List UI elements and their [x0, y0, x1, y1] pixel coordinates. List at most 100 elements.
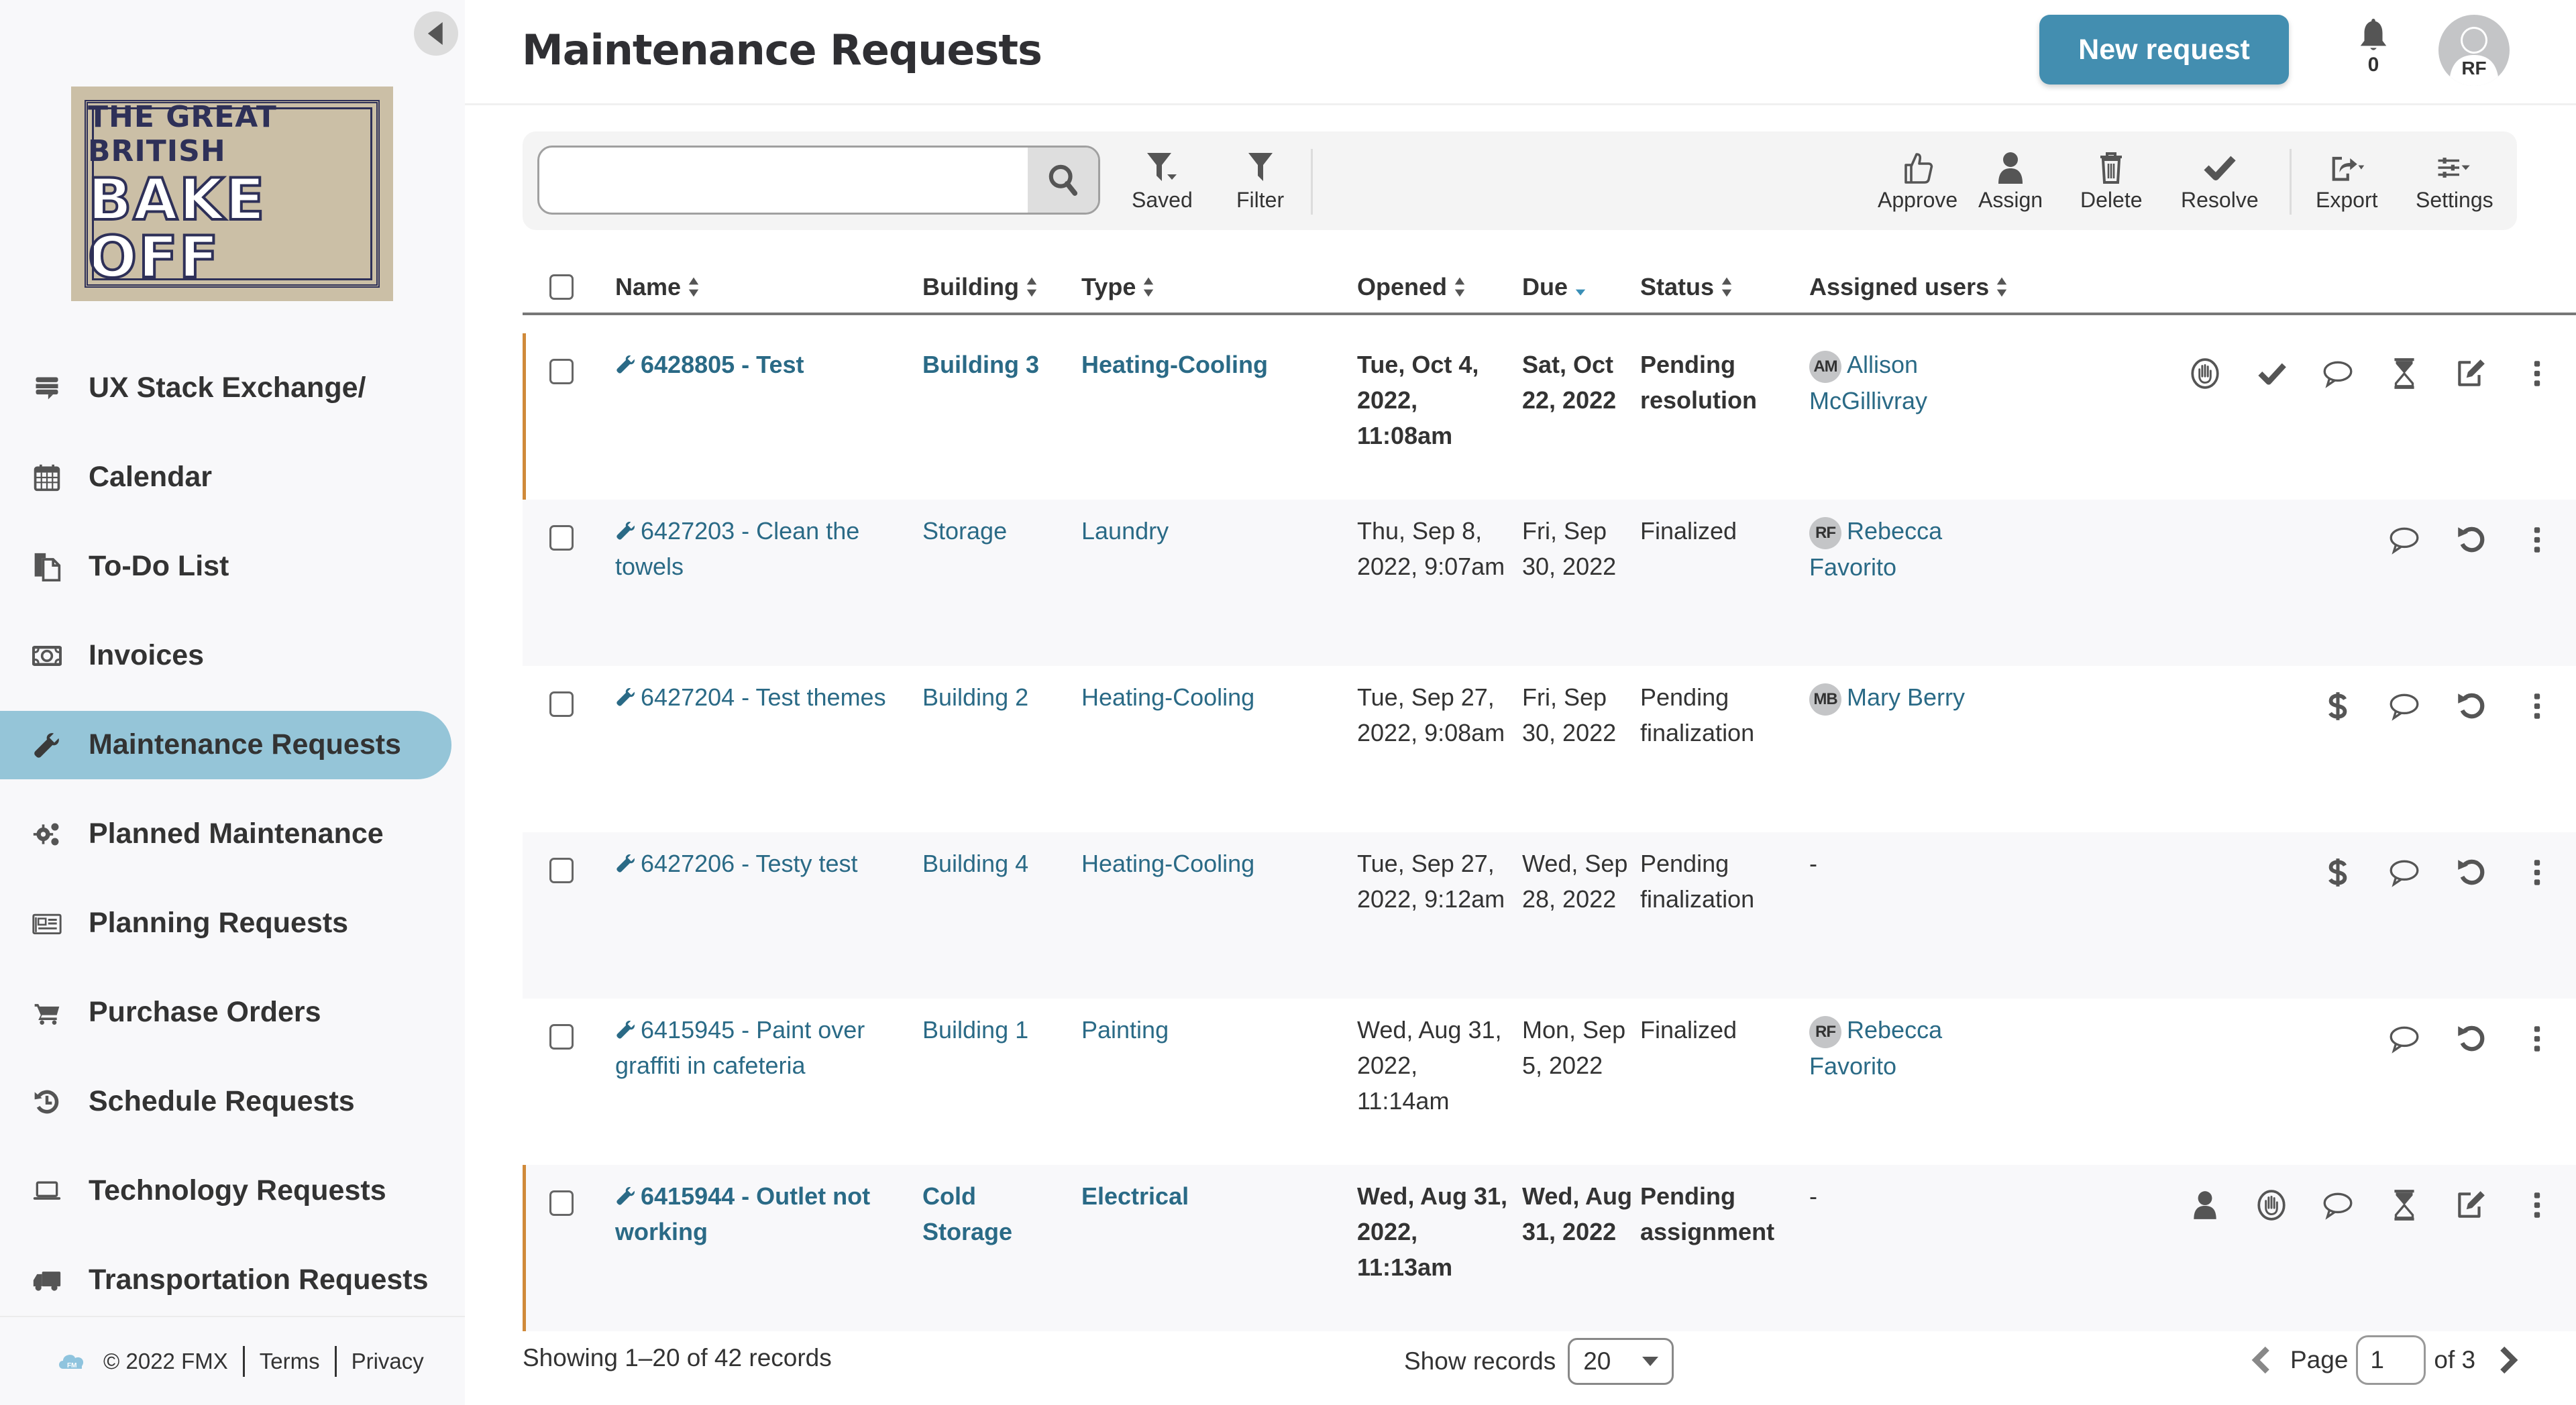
notifications-button[interactable]: 0: [2355, 17, 2392, 75]
hourglass-action-button[interactable]: [2384, 353, 2424, 394]
row-checkbox[interactable]: [549, 525, 574, 551]
row-checkbox[interactable]: [549, 1024, 574, 1050]
row-checkbox[interactable]: [549, 1190, 574, 1216]
building-link[interactable]: Building 2: [922, 679, 1070, 715]
sidebar-item-invoices[interactable]: Invoices: [0, 611, 465, 700]
comment-action-button[interactable]: [2318, 1185, 2358, 1225]
comment-action-button[interactable]: [2318, 353, 2358, 394]
undo-action-button[interactable]: [2451, 852, 2491, 893]
more-action-button[interactable]: [2517, 1019, 2557, 1059]
dollar-action-button[interactable]: [2318, 852, 2358, 893]
more-action-button[interactable]: [2517, 686, 2557, 726]
type-link[interactable]: Painting: [1081, 1012, 1336, 1048]
assign-button[interactable]: Assign: [1978, 150, 2043, 213]
search-button[interactable]: [1028, 148, 1098, 213]
more-action-button[interactable]: [2517, 1185, 2557, 1225]
column-header-building[interactable]: Building: [922, 262, 1038, 313]
hourglass-action-button[interactable]: [2384, 1185, 2424, 1225]
page-label: Page: [2290, 1346, 2349, 1373]
building-link[interactable]: Storage: [922, 513, 1070, 549]
check-action-button[interactable]: [2251, 353, 2292, 394]
row-checkbox[interactable]: [549, 691, 574, 717]
more-action-button[interactable]: [2517, 353, 2557, 394]
hold-action-button[interactable]: [2251, 1185, 2292, 1225]
user-initials: RF: [2461, 58, 2487, 78]
column-header-due[interactable]: Due: [1522, 262, 1587, 313]
type-link[interactable]: Electrical: [1081, 1178, 1336, 1214]
hold-action-button[interactable]: [2185, 353, 2225, 394]
request-name-link[interactable]: 6427203 - Clean the towels: [615, 513, 897, 584]
comment-icon: [2323, 361, 2353, 388]
request-name-link[interactable]: 6428805 - Test: [615, 347, 897, 382]
building-link[interactable]: Building 4: [922, 846, 1070, 881]
export-label: Export: [2316, 188, 2378, 212]
row-checkbox[interactable]: [549, 858, 574, 883]
status-text: Finalized: [1640, 1016, 1737, 1044]
terms-link[interactable]: Terms: [260, 1349, 320, 1374]
previous-page-button[interactable]: [2247, 1343, 2274, 1377]
type-link[interactable]: Heating-Cooling: [1081, 347, 1336, 382]
request-name-link[interactable]: 6415944 - Outlet not working: [615, 1178, 897, 1249]
settings-button[interactable]: Settings: [2416, 150, 2493, 213]
page-size-select[interactable]: 20: [1568, 1338, 1674, 1385]
resolve-button[interactable]: Resolve: [2181, 150, 2259, 213]
type-link[interactable]: Laundry: [1081, 513, 1336, 549]
sidebar-item-ux-stack-exchange[interactable]: UX Stack Exchange/: [0, 343, 465, 433]
edit-action-button[interactable]: [2451, 353, 2491, 394]
sort-icon: [1144, 277, 1154, 297]
building-link[interactable]: Building 3: [922, 347, 1070, 382]
sidebar-nav: UX Stack Exchange/ Calendar To-Do List I…: [0, 343, 465, 1325]
saved-button[interactable]: Saved: [1132, 150, 1193, 213]
sidebar-item-planning-requests[interactable]: Planning Requests: [0, 879, 465, 968]
column-header-opened[interactable]: Opened: [1357, 262, 1466, 313]
sidebar-item-maintenance-requests[interactable]: Maintenance Requests: [0, 700, 465, 789]
undo-action-button[interactable]: [2451, 520, 2491, 560]
type-link[interactable]: Heating-Cooling: [1081, 846, 1336, 881]
row-checkbox[interactable]: [549, 359, 574, 384]
export-button[interactable]: Export: [2316, 150, 2377, 213]
sidebar-item-technology-requests[interactable]: Technology Requests: [0, 1146, 465, 1235]
filter-button[interactable]: Filter: [1236, 150, 1284, 213]
delete-button[interactable]: Delete: [2080, 150, 2143, 213]
next-page-button[interactable]: [2496, 1343, 2522, 1377]
undo-action-button[interactable]: [2451, 686, 2491, 726]
delete-label: Delete: [2080, 188, 2143, 212]
user-avatar[interactable]: RF: [2438, 15, 2510, 86]
column-header-name[interactable]: Name: [615, 262, 700, 313]
sidebar-item-schedule-requests[interactable]: Schedule Requests: [0, 1057, 465, 1146]
undo-action-button[interactable]: [2451, 1019, 2491, 1059]
column-header-type[interactable]: Type: [1081, 262, 1155, 313]
sidebar-item-to-do-list[interactable]: To-Do List: [0, 522, 465, 611]
assigned-user-name: -: [1809, 1182, 1817, 1210]
user-action-button[interactable]: [2185, 1185, 2225, 1225]
collapse-sidebar-button[interactable]: [414, 11, 458, 56]
column-header-status[interactable]: Status: [1640, 262, 1733, 313]
new-request-button[interactable]: New request: [2039, 15, 2289, 85]
comment-action-button[interactable]: [2384, 852, 2424, 893]
sidebar-item-planned-maintenance[interactable]: Planned Maintenance: [0, 789, 465, 879]
request-name-link[interactable]: 6427204 - Test themes: [615, 679, 897, 715]
edit-action-button[interactable]: [2451, 1185, 2491, 1225]
privacy-link[interactable]: Privacy: [352, 1349, 424, 1374]
building-link[interactable]: Cold Storage: [922, 1178, 1070, 1249]
search-input[interactable]: [539, 148, 1029, 213]
request-name-link[interactable]: 6415945 - Paint over graffiti in cafeter…: [615, 1012, 897, 1083]
dollar-action-button[interactable]: [2318, 686, 2358, 726]
comment-action-button[interactable]: [2384, 520, 2424, 560]
company-logo[interactable]: THE GREAT BRITISH BAKE OFF: [71, 87, 393, 301]
request-name-link[interactable]: 6427206 - Testy test: [615, 846, 897, 881]
building-link[interactable]: Building 1: [922, 1012, 1070, 1048]
column-header-assigned-users[interactable]: Assigned users: [1809, 262, 2008, 313]
select-all-checkbox[interactable]: [549, 274, 574, 300]
type-link[interactable]: Heating-Cooling: [1081, 679, 1336, 715]
assigned-user-name[interactable]: Mary Berry: [1847, 683, 1965, 711]
sidebar-item-purchase-orders[interactable]: Purchase Orders: [0, 968, 465, 1057]
more-action-button[interactable]: [2517, 520, 2557, 560]
more-action-button[interactable]: [2517, 852, 2557, 893]
comment-action-button[interactable]: [2384, 1019, 2424, 1059]
approve-button[interactable]: Approve: [1878, 150, 1957, 213]
page-number-input[interactable]: [2356, 1335, 2426, 1385]
comment-action-button[interactable]: [2384, 686, 2424, 726]
sidebar-item-calendar[interactable]: Calendar: [0, 433, 465, 522]
sidebar-item-transportation-requests[interactable]: Transportation Requests: [0, 1235, 465, 1325]
